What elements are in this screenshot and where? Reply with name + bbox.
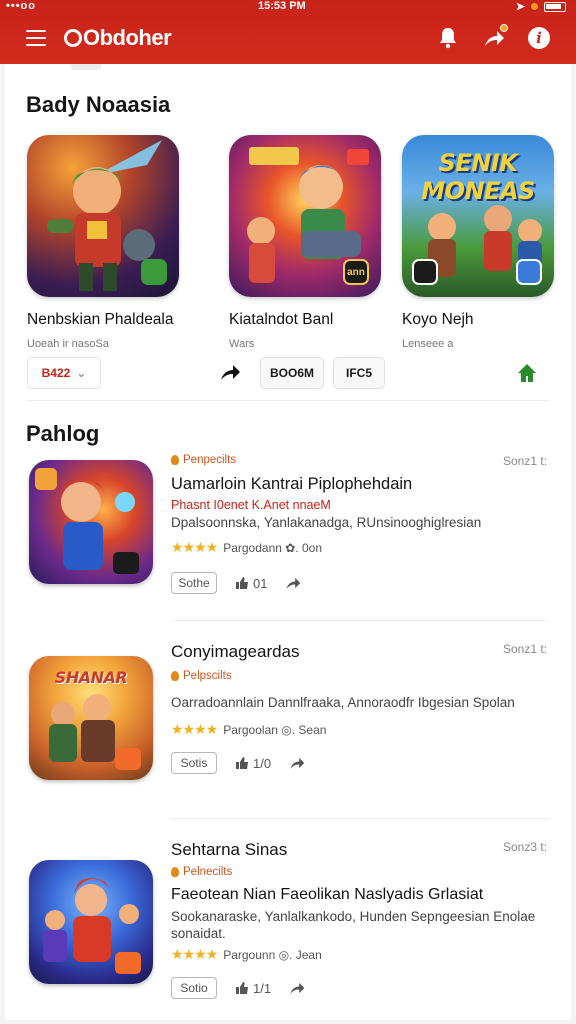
- share-arrow-icon: [290, 757, 305, 769]
- featured-tile-1[interactable]: Nenbskian Phaldeala Uoeah ir nasoSa: [27, 135, 179, 350]
- share-arrow-icon: [286, 577, 301, 589]
- score-button[interactable]: Sotio: [171, 977, 217, 999]
- star-rating-icon: ★★★★: [171, 539, 218, 555]
- item-highlight: Phasnt I0enet K.Anet nnaeM: [171, 498, 331, 512]
- item-title[interactable]: Sehtarna Sinas: [171, 840, 555, 860]
- status-right: ➤: [516, 0, 566, 13]
- item-rating: ★★★★ Pargounn ◎. Jean: [171, 946, 322, 962]
- score-button[interactable]: Sothe: [171, 572, 217, 594]
- logo-ring-icon: [64, 29, 82, 47]
- game-art-2: ann: [229, 135, 381, 297]
- thumbs-up-icon: [236, 577, 248, 589]
- share-icon[interactable]: [482, 24, 508, 50]
- tile-name: Koyo Nejh: [402, 311, 474, 328]
- bell-icon[interactable]: [436, 26, 460, 50]
- battery-icon: [544, 1, 566, 12]
- badge-dot-icon: [531, 3, 538, 10]
- action-button-1[interactable]: BOO6M: [260, 357, 324, 389]
- item-description: Sookanaraske, Yanlalkankodo, Hunden Sepn…: [171, 909, 536, 941]
- share-arrow-icon: [290, 982, 305, 994]
- share-button[interactable]: [289, 981, 305, 995]
- list-item[interactable]: Sehtarna Sinas Sonz3 t: Pelnecilts Faeot…: [5, 840, 571, 1010]
- star-rating-icon: ★★★★: [171, 946, 218, 962]
- share-button[interactable]: [285, 576, 301, 590]
- item-time: Sonz3 t:: [502, 840, 547, 854]
- list-section-title: Pahlog: [26, 421, 100, 446]
- filter-dropdown[interactable]: B422 ⌄: [27, 357, 101, 389]
- item-category: Pelnecilts: [171, 866, 555, 878]
- like-button[interactable]: 01: [235, 576, 267, 591]
- game-badge-icon: [141, 259, 167, 285]
- star-rating-icon: ★★★★: [171, 721, 218, 737]
- info-icon[interactable]: i: [527, 26, 551, 50]
- item-subtitle: Faeotean Nian Faeolikan Naslyadis Grlasi…: [171, 886, 484, 903]
- main-card: Bady Noaasia Nenbskian Phaldeala Uoeah i…: [5, 64, 571, 1020]
- controller-icon: [516, 259, 542, 285]
- item-time: Sonz1 t:: [502, 642, 547, 656]
- tile-name: Nenbskian Phaldeala: [27, 311, 174, 328]
- featured-section-title: Bady Noaasia: [26, 92, 171, 117]
- share-arrow-icon[interactable]: [219, 363, 241, 386]
- home-icon[interactable]: [517, 363, 537, 388]
- item-description: Dpalsoonnska, Yanlakanadga, RUnsinooghig…: [171, 515, 482, 530]
- list-item[interactable]: Penpecilts Sonz1 t: Uamarloin Kantrai Pi…: [5, 454, 571, 624]
- item-category: Penpecilts: [171, 454, 555, 466]
- like-button[interactable]: 1/1: [235, 981, 271, 996]
- status-bar: •••oo 15:53 PM ➤: [0, 0, 576, 14]
- flame-icon: [171, 455, 179, 465]
- game-badge-icon: ann: [343, 259, 369, 285]
- tile-sub: Uoeah ir nasoSa: [27, 338, 109, 350]
- item-divider: [171, 620, 549, 621]
- item-tools: Sotis 1/0: [171, 752, 555, 774]
- item-description: Oarradoannlain Dannlfraaka, Annoraodfr I…: [171, 695, 515, 710]
- item-rating: ★★★★ Pargodann ✿. 0on: [171, 539, 322, 555]
- game-thumb: SHANAR: [29, 656, 153, 780]
- item-category: Pelpscilts: [171, 670, 555, 682]
- section-divider: [27, 400, 549, 401]
- like-button[interactable]: 1/0: [235, 756, 271, 771]
- game-thumb: [29, 860, 153, 984]
- app-logo[interactable]: Obdoher: [64, 25, 172, 51]
- game-art-3: SENIK MONEAS: [402, 135, 554, 297]
- featured-tile-2[interactable]: ann Kiatalndot Banl Wars: [229, 135, 381, 350]
- item-rating: ★★★★ Pargoolan ◎. Sean: [171, 721, 327, 737]
- featured-actions: B422 ⌄ BOO6M IFC5: [5, 357, 571, 389]
- menu-icon[interactable]: [26, 30, 46, 46]
- status-time: 15:53 PM: [258, 0, 306, 12]
- item-divider: [171, 818, 549, 819]
- game-art-1: [27, 135, 179, 297]
- chevron-down-icon: ⌄: [76, 366, 87, 380]
- tab-notch: [71, 64, 101, 70]
- notification-dot: [500, 24, 508, 32]
- tile-sub: Lenseee a: [402, 338, 454, 350]
- flame-icon: [171, 867, 179, 877]
- logo-text: Obdoher: [83, 25, 172, 50]
- carrier-signal: •••oo: [6, 0, 36, 12]
- item-tools: Sothe 01: [171, 572, 555, 594]
- featured-tile-3[interactable]: SENIK MONEAS Koyo Nejh Lenseee a: [402, 135, 554, 350]
- item-title[interactable]: Uamarloin Kantrai Piplophehdain: [171, 475, 555, 494]
- share-button[interactable]: [289, 756, 305, 770]
- app-bar: •••oo 15:53 PM ➤ Obdoher i: [0, 0, 576, 64]
- game-badge-icon: [412, 259, 438, 285]
- list-item[interactable]: SHANAR Conyimageardas Sonz1 t: Pelpscilt…: [5, 642, 571, 812]
- action-button-2[interactable]: IFC5: [333, 357, 385, 389]
- item-title[interactable]: Conyimageardas: [171, 642, 555, 662]
- score-button[interactable]: Sotis: [171, 752, 217, 774]
- tile-sub: Wars: [229, 338, 255, 350]
- item-time: Sonz1 t:: [502, 454, 547, 468]
- location-icon: ➤: [515, 1, 525, 13]
- flame-icon: [171, 671, 179, 681]
- thumbs-up-icon: [236, 757, 248, 769]
- tile-name: Kiatalndot Banl: [229, 311, 334, 328]
- game-thumb: [29, 460, 153, 584]
- item-tools: Sotio 1/1: [171, 977, 555, 999]
- thumbs-up-icon: [236, 982, 248, 994]
